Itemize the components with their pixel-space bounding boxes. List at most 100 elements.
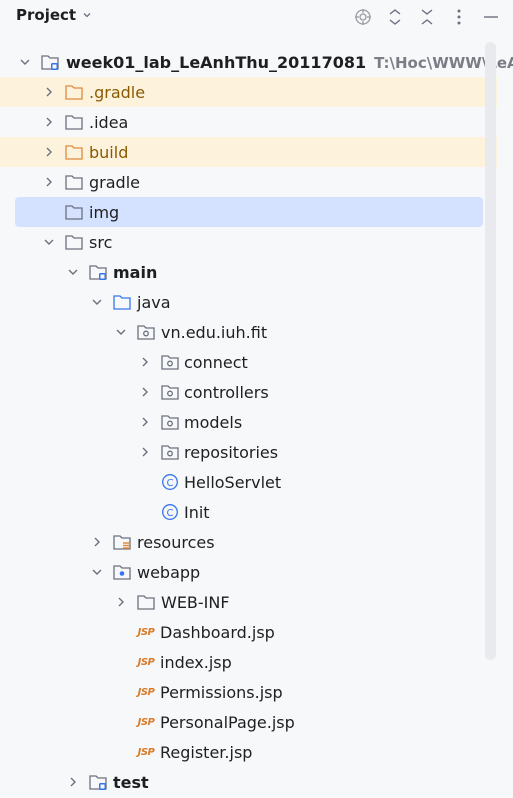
package-icon	[160, 443, 180, 461]
chevron-right-icon[interactable]	[90, 535, 104, 549]
module-folder-icon	[88, 263, 108, 281]
jsp-file-icon: JSP	[137, 716, 155, 728]
vertical-scrollbar[interactable]	[485, 42, 496, 660]
tree-node-label: controllers	[184, 382, 269, 402]
java-class-icon: C	[160, 503, 180, 521]
svg-text:C: C	[167, 478, 174, 489]
source-folder-icon	[112, 293, 132, 311]
hide-button[interactable]	[479, 6, 503, 28]
tree-node-gradle-hidden[interactable]: .gradle	[0, 77, 497, 107]
project-view-selector[interactable]: Project	[16, 6, 92, 24]
tree-node-permissions-jsp[interactable]: JSP Permissions.jsp	[0, 677, 497, 707]
expand-all-button[interactable]	[383, 6, 407, 28]
tree-node-label: main	[113, 262, 158, 282]
tree-node-label: java	[137, 292, 171, 312]
chevron-down-icon[interactable]	[90, 565, 104, 579]
tree-node-label: WEB-INF	[161, 592, 230, 612]
tree-node-label: build	[89, 142, 129, 162]
tree-node-main[interactable]: main	[0, 257, 497, 287]
tree-node-gradle[interactable]: gradle	[0, 167, 497, 197]
tree-node-webinf[interactable]: WEB-INF	[0, 587, 497, 617]
svg-text:C: C	[167, 508, 174, 519]
chevron-down-icon[interactable]	[114, 325, 128, 339]
tree-node-connect[interactable]: connect	[0, 347, 497, 377]
chevron-right-icon[interactable]	[138, 445, 152, 459]
expand-icon	[389, 9, 401, 25]
chevron-down-icon	[83, 13, 91, 18]
hide-icon	[484, 16, 498, 18]
chevron-down-icon[interactable]	[66, 265, 80, 279]
chevron-right-icon[interactable]	[42, 175, 56, 189]
folder-icon	[64, 173, 84, 191]
chevron-right-icon[interactable]	[42, 85, 56, 99]
tool-window-title: Project	[16, 6, 77, 24]
tree-node-package[interactable]: vn.edu.iuh.fit	[0, 317, 497, 347]
tree-node-label: Dashboard.jsp	[160, 622, 275, 642]
tree-node-label: .idea	[89, 112, 129, 132]
tree-node-label: webapp	[137, 562, 201, 582]
chevron-right-icon[interactable]	[138, 415, 152, 429]
module-folder-icon	[88, 773, 108, 791]
tree-node-models[interactable]: models	[0, 407, 497, 437]
tree-node-resources[interactable]: resources	[0, 527, 497, 557]
jsp-file-icon: JSP	[137, 746, 155, 758]
tree-node-label: gradle	[89, 172, 140, 192]
more-icon	[457, 9, 461, 25]
select-opened-file-button[interactable]	[351, 6, 375, 28]
tree-node-init[interactable]: C Init	[0, 497, 497, 527]
chevron-down-icon[interactable]	[90, 295, 104, 309]
chevron-right-icon[interactable]	[138, 355, 152, 369]
tree-node-index-jsp[interactable]: JSP index.jsp	[0, 647, 497, 677]
package-icon	[160, 353, 180, 371]
collapse-all-button[interactable]	[415, 6, 439, 28]
tree-node-label: connect	[184, 352, 248, 372]
root-project-name: week01_lab_LeAnhThu_20117081	[66, 52, 367, 72]
tree-node-label: HelloServlet	[184, 472, 282, 492]
tree-node-label: img	[89, 202, 120, 222]
tree-node-label: vn.edu.iuh.fit	[161, 322, 268, 342]
tree-node-label: PersonalPage.jsp	[160, 712, 295, 732]
folder-icon	[64, 203, 84, 221]
tree-node-label: Register.jsp	[160, 742, 253, 762]
tree-node-repositories[interactable]: repositories	[0, 437, 497, 467]
tree-node-label: .gradle	[89, 82, 146, 102]
tree-node-label: src	[89, 232, 113, 252]
crosshair-icon	[355, 9, 371, 25]
tree-node-test[interactable]: test	[0, 767, 497, 797]
tree-node-img[interactable]: img	[15, 197, 483, 227]
web-folder-icon	[112, 563, 132, 581]
chevron-down-icon[interactable]	[42, 235, 56, 249]
chevron-right-icon[interactable]	[114, 595, 128, 609]
chevron-right-icon[interactable]	[42, 145, 56, 159]
tree-node-personalpage-jsp[interactable]: JSP PersonalPage.jsp	[0, 707, 497, 737]
package-icon	[136, 323, 156, 341]
tree-node-java[interactable]: java	[0, 287, 497, 317]
tree-node-label: Init	[184, 502, 210, 522]
tree-node-idea[interactable]: .idea	[0, 107, 497, 137]
java-class-icon: C	[160, 473, 180, 491]
tree-node-register-jsp[interactable]: JSP Register.jsp	[0, 737, 497, 767]
tree-node-label: models	[184, 412, 243, 432]
excluded-folder-icon	[64, 83, 84, 101]
options-button[interactable]	[447, 6, 471, 28]
chevron-right-icon[interactable]	[42, 115, 56, 129]
tree-node-dashboard-jsp[interactable]: JSP Dashboard.jsp	[0, 617, 497, 647]
chevron-right-icon[interactable]	[66, 775, 80, 789]
collapse-icon	[421, 9, 433, 25]
folder-icon	[64, 113, 84, 131]
tree-node-controllers[interactable]: controllers	[0, 377, 497, 407]
tool-window-header: Project	[0, 0, 513, 34]
jsp-file-icon: JSP	[137, 626, 155, 638]
folder-icon	[136, 593, 156, 611]
module-folder-icon	[40, 53, 60, 71]
tree-node-root[interactable]: week01_lab_LeAnhThu_20117081 T:\Hoc\WWW\L…	[0, 47, 513, 77]
tree-node-build[interactable]: build	[0, 137, 497, 167]
tree-node-src[interactable]: src	[0, 227, 497, 257]
chevron-right-icon[interactable]	[138, 385, 152, 399]
package-icon	[160, 413, 180, 431]
jsp-file-icon: JSP	[137, 686, 155, 698]
tree-node-webapp[interactable]: webapp	[0, 557, 497, 587]
tree-node-helloservlet[interactable]: C HelloServlet	[0, 467, 497, 497]
chevron-down-icon[interactable]	[18, 55, 32, 69]
excluded-folder-icon	[64, 143, 84, 161]
